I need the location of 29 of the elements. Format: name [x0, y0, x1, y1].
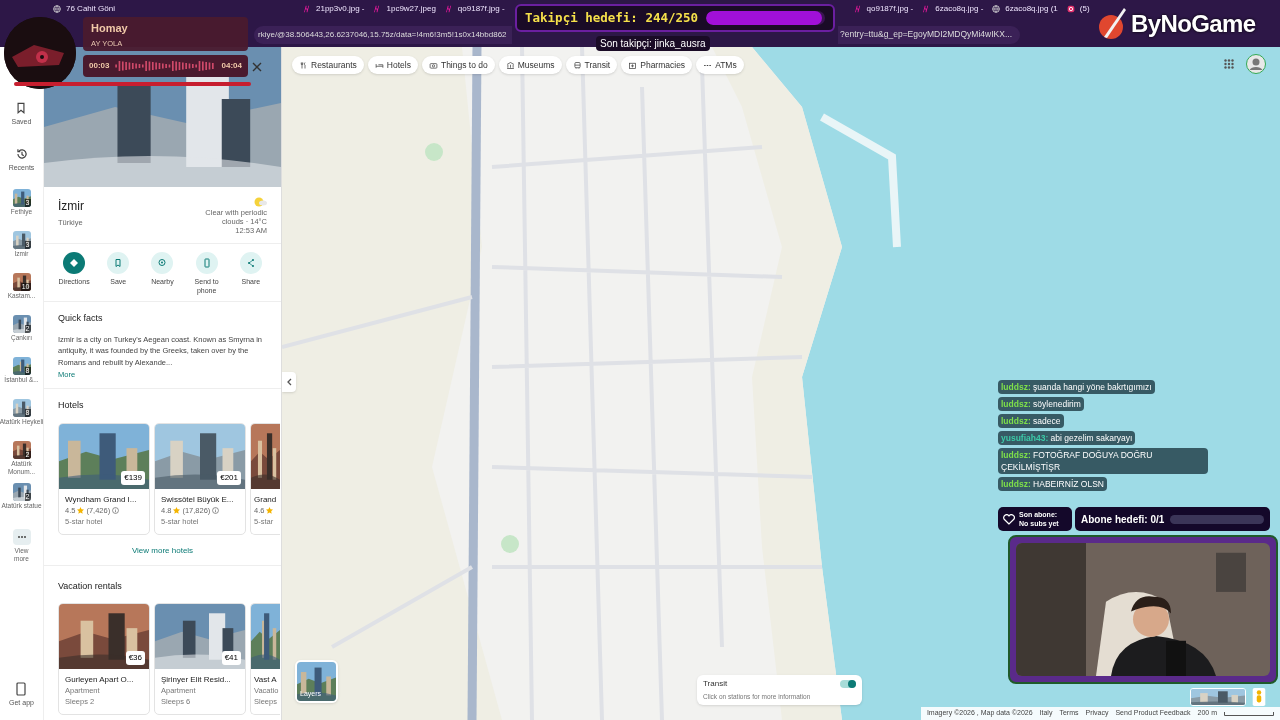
view-more-link[interactable]: View more hotels: [131, 544, 194, 557]
address-bar[interactable]: ?entry=ttu&g_ep=EgoyMDI2MDQyMi4wIKX...: [838, 25, 1020, 44]
browser-tab[interactable]: 21pp3v0.jpg -: [298, 2, 369, 15]
browser-tab[interactable]: qo9187f.jpg -: [439, 2, 509, 15]
browser-tab[interactable]: 76 Cahit Göni: [48, 2, 128, 15]
card-title: Grand: [254, 493, 277, 505]
browser-tab[interactable]: qo9187f.jpg -: [848, 2, 918, 15]
goal-label: Takipçi hedefi: 244/250: [525, 8, 699, 27]
card-title: Wyndham Grand I...: [65, 493, 138, 505]
card-title: Vast A: [254, 674, 277, 686]
section-title: Hotels: [57, 399, 85, 413]
browser-tab[interactable]: (5): [1061, 2, 1094, 15]
url-text: rkiye/@38.506443,26.6237046,15.75z/data=!4m6!3m5!1s0x14bbd862: [258, 28, 507, 41]
price-tag: €36: [125, 651, 145, 666]
section-title: Vacation rentals: [57, 579, 123, 593]
price-tag: €41: [221, 651, 241, 666]
section-title: Quick facts: [58, 312, 104, 325]
browser-tab[interactable]: 6zaco8q.jpg -: [917, 2, 988, 15]
song-title: Homay: [91, 22, 129, 35]
channel-logo: ByNoGame: [1131, 9, 1256, 39]
address-bar[interactable]: rkiye/@38.506443,26.6237046,15.75z/data=!4m6!3m5!1s0x14bbd862: [254, 25, 512, 44]
place-name: İzmir: [58, 198, 84, 215]
card-title: Swissôtel Büyük E...: [161, 493, 235, 505]
browser-tab[interactable]: 1pc9w27.jpeg: [368, 2, 440, 15]
browser-tab[interactable]: 6zaco8q.jpg (1: [987, 2, 1062, 15]
last-follower-text: Son takipçi: jinka_ausra: [596, 36, 710, 51]
card-title: Şirinyer Elit Resid...: [161, 674, 232, 686]
card-title: Gurleyen Apart O...: [65, 674, 135, 686]
url-text: ?entry=ttu&g_ep=EgoyMDI2MDQyMi4wIKX...: [840, 28, 1012, 41]
